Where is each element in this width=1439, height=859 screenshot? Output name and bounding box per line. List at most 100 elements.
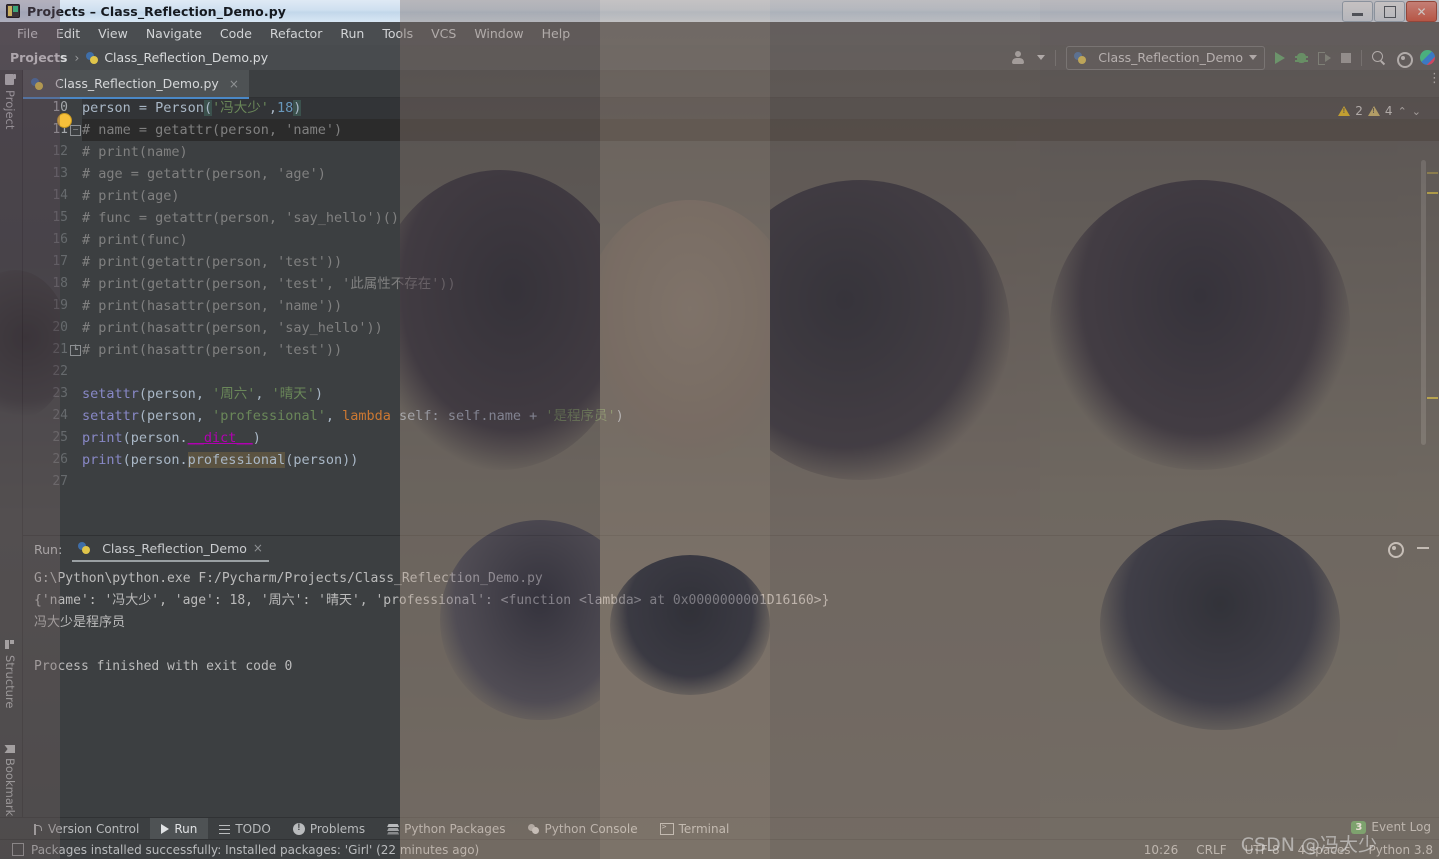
code-line[interactable]: setattr(person, 'professional', lambda s… <box>82 405 1439 427</box>
code-line[interactable]: # print(func) <box>82 229 1439 251</box>
code-token: # print(func) <box>82 232 188 248</box>
status-message[interactable]: Packages installed successfully: Install… <box>0 843 479 857</box>
gear-icon[interactable] <box>1387 541 1404 558</box>
search-icon[interactable] <box>1372 50 1386 65</box>
status-item-utf-8[interactable]: UTF-8 <box>1245 843 1280 857</box>
menu-item-run[interactable]: Run <box>331 24 373 43</box>
event-log-widget[interactable]: 3 Event Log <box>1351 820 1431 834</box>
status-item-10-26[interactable]: 10:26 <box>1144 843 1179 857</box>
menu-item-help[interactable]: Help <box>533 24 580 43</box>
sidebar-item-project[interactable]: Project <box>3 74 17 129</box>
run-coverage-icon[interactable] <box>1318 51 1331 65</box>
code-line[interactable]: # print(getattr(person, 'test')) <box>82 251 1439 273</box>
line-number: 26 <box>52 452 68 467</box>
editor-gutter[interactable]: 10 11−12 13 14 15 16 17 18 19 20 21 ┗ 22 23 24 25 26 27 <box>22 97 82 521</box>
code-line[interactable]: # print(hasattr(person, 'test')) <box>82 339 1439 361</box>
code-token: (person <box>138 386 196 402</box>
run-button[interactable] <box>1275 51 1285 64</box>
menu-item-tools[interactable]: Tools <box>373 24 422 43</box>
account-icon[interactable] <box>1012 51 1027 64</box>
bottom-tool-version-control[interactable]: Version Control <box>22 818 150 840</box>
code-token: '是程序员' <box>545 408 616 424</box>
code-line[interactable] <box>82 361 1439 383</box>
code-line[interactable]: # print(getattr(person, 'test', '此属性不存在'… <box>82 273 1439 295</box>
code-line[interactable]: # print(hasattr(person, 'say_hello')) <box>82 317 1439 339</box>
status-item-python-3-8[interactable]: Python 3.8 <box>1369 843 1434 857</box>
sidebar-item-label: Structure <box>3 655 17 709</box>
code-token: , <box>255 386 272 402</box>
next-problem-icon[interactable]: ⌄ <box>1412 105 1421 118</box>
code-token: (person. <box>122 430 188 446</box>
run-console-output[interactable]: G:\Python\python.exe F:/Pycharm/Projects… <box>34 568 1439 819</box>
run-tab[interactable]: Class_Reflection_Demo × <box>72 538 269 562</box>
maximize-button[interactable] <box>1374 1 1405 22</box>
code-token: (person <box>138 408 196 424</box>
code-line[interactable]: person = Person('冯大少',18) <box>82 97 1439 119</box>
warning-marker[interactable] <box>1427 397 1438 399</box>
code-line[interactable]: # print(hasattr(person, 'name')) <box>82 295 1439 317</box>
editor-code-area[interactable]: person = Person('冯大少',18) # name = getatt… <box>82 97 1439 521</box>
breadcrumb-projects[interactable]: Projects <box>10 50 68 65</box>
code-token: Person <box>155 100 204 116</box>
previous-problem-icon[interactable]: ⌃ <box>1398 105 1407 118</box>
sidebar-item-bookmarks[interactable]: Bookmarks <box>3 745 17 822</box>
menu-item-view[interactable]: View <box>89 24 137 43</box>
more-options-icon[interactable]: ⋮ <box>1428 72 1439 85</box>
editor-marker-strip[interactable] <box>1426 97 1439 521</box>
code-fold-toggle[interactable]: − <box>70 125 81 136</box>
event-log-badge: 3 <box>1351 820 1367 834</box>
chevron-down-icon[interactable] <box>1037 55 1046 60</box>
warning-marker[interactable] <box>1427 192 1438 194</box>
code-line[interactable]: # func = getattr(person, 'say_hello')() <box>82 207 1439 229</box>
minimize-button[interactable] <box>1342 1 1373 22</box>
menu-item-window[interactable]: Window <box>465 24 532 43</box>
inspections-widget[interactable]: 2 4 ⌃ ⌄ <box>1338 104 1421 118</box>
bottom-tool-todo[interactable]: TODO <box>208 818 281 840</box>
code-token: (person. <box>122 452 188 468</box>
run-configuration-selector[interactable]: Class_Reflection_Demo <box>1066 45 1265 70</box>
menu-item-vcs[interactable]: VCS <box>422 24 465 43</box>
stop-square-icon[interactable] <box>1341 52 1351 63</box>
code-line[interactable]: # name = getattr(person, 'name') <box>82 119 1439 141</box>
window-title-bar[interactable]: Projects – Class_Reflection_Demo.py ✕ <box>0 0 1439 23</box>
minimize-icon[interactable] <box>1417 547 1429 549</box>
code-token: setattr <box>82 408 139 424</box>
editor-vertical-scrollbar[interactable] <box>1421 160 1426 445</box>
intellij-logo-icon[interactable] <box>1420 50 1435 65</box>
close-button[interactable]: ✕ <box>1406 1 1437 22</box>
code-line[interactable]: setattr(person, '周六', '晴天') <box>82 383 1439 405</box>
bottom-tool-run[interactable]: Run <box>150 818 209 840</box>
code-line[interactable]: # print(name) <box>82 141 1439 163</box>
debug-bug-icon[interactable] <box>1295 51 1308 64</box>
menu-item-code[interactable]: Code <box>211 24 261 43</box>
menu-item-file[interactable]: File <box>8 24 47 43</box>
bottom-tool-terminal[interactable]: Terminal <box>649 818 741 840</box>
intention-bulb-icon[interactable] <box>58 114 71 127</box>
gear-icon[interactable] <box>1396 51 1413 68</box>
status-item-crlf[interactable]: CRLF <box>1196 843 1226 857</box>
code-line[interactable]: # age = getattr(person, 'age') <box>82 163 1439 185</box>
folder-icon <box>5 74 15 85</box>
code-line[interactable]: print(person.__dict__) <box>82 427 1439 449</box>
breadcrumb-file[interactable]: Class_Reflection_Demo.py <box>104 50 268 65</box>
close-icon[interactable]: × <box>253 541 263 555</box>
status-item-4-spaces[interactable]: 4 spaces <box>1298 843 1351 857</box>
code-line[interactable] <box>82 471 1439 493</box>
code-token: ) <box>252 430 261 446</box>
code-line[interactable]: print(person.professional(person)) <box>82 449 1439 471</box>
menu-item-navigate[interactable]: Navigate <box>137 24 211 43</box>
code-editor[interactable]: 10 11−12 13 14 15 16 17 18 19 20 21 ┗ 22 23 24 25 26 27 p… <box>22 97 1439 521</box>
bottom-tool-problems[interactable]: Problems <box>282 818 376 840</box>
sidebar-item-structure[interactable]: Structure <box>3 640 17 709</box>
warning-marker[interactable] <box>1427 172 1438 174</box>
menu-item-refactor[interactable]: Refactor <box>261 24 331 43</box>
code-token: __dict__ <box>187 430 253 446</box>
code-fold-toggle[interactable]: ┗ <box>70 345 81 356</box>
editor-tab-class-reflection-demo[interactable]: Class_Reflection_Demo.py × <box>22 70 249 99</box>
bottom-tool-python-packages[interactable]: Python Packages <box>376 818 516 840</box>
close-icon[interactable]: × <box>229 77 239 91</box>
menu-item-edit[interactable]: Edit <box>47 24 89 43</box>
console-line: G:\Python\python.exe F:/Pycharm/Projects… <box>34 571 543 586</box>
code-line[interactable]: # print(age) <box>82 185 1439 207</box>
bottom-tool-python-console[interactable]: Python Console <box>517 818 649 840</box>
